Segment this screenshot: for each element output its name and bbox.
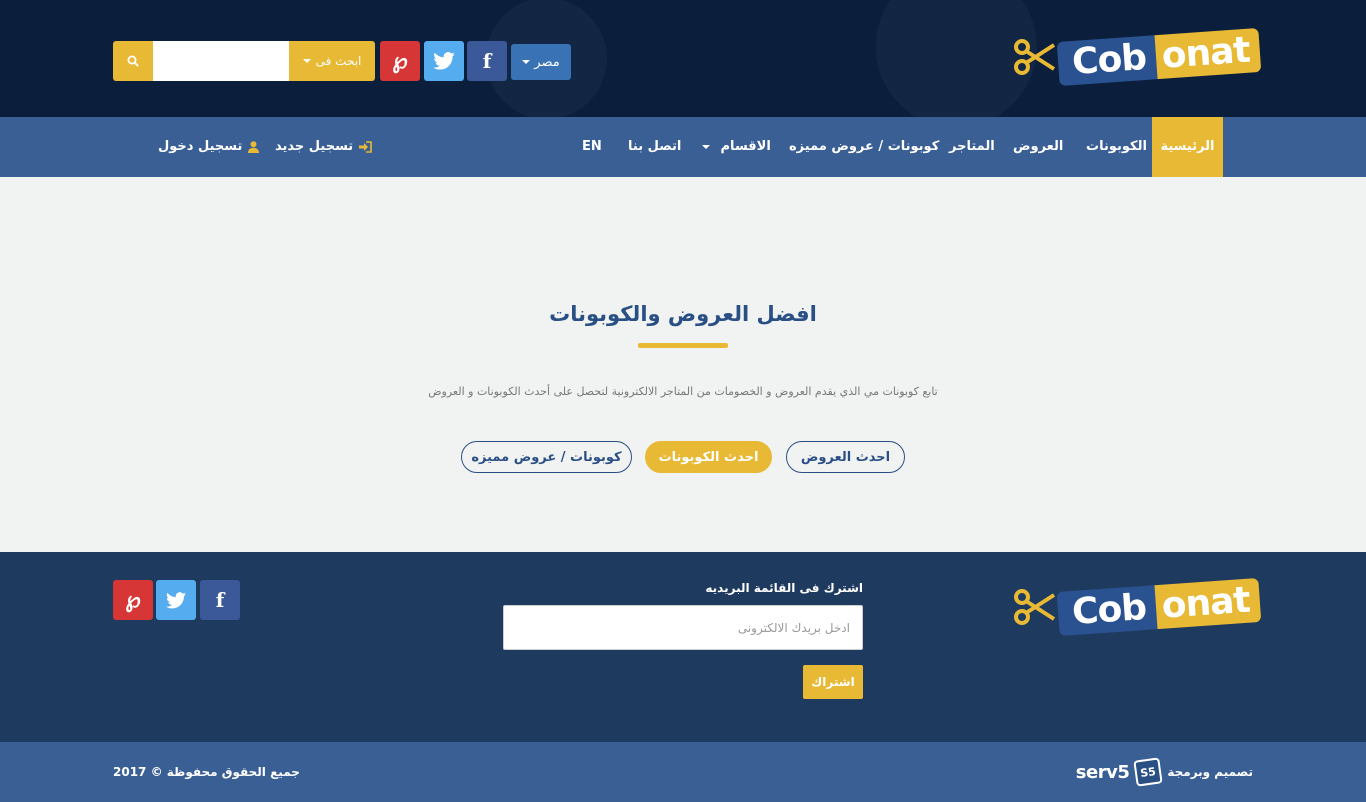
scissors-icon bbox=[1014, 589, 1056, 625]
nav-item-categories[interactable]: الاقسام bbox=[702, 117, 771, 177]
login-label: تسجيل دخول bbox=[158, 139, 243, 154]
credit-label: تصميم وبرمجة bbox=[1167, 765, 1253, 779]
subscribe-button[interactable]: اشتراك bbox=[803, 665, 863, 699]
register-link[interactable]: تسجيل جديد bbox=[275, 117, 372, 177]
twitter-icon bbox=[433, 52, 455, 70]
country-label: مصر bbox=[534, 54, 560, 70]
nav-item-stores[interactable]: المتاجر bbox=[949, 117, 995, 177]
nav-item-language[interactable]: EN bbox=[582, 117, 602, 177]
login-link[interactable]: تسجيل دخول bbox=[158, 117, 260, 177]
hero-title: افضل العروض والكوبونات bbox=[549, 302, 817, 326]
footer-pinterest-button[interactable]: ℘ bbox=[113, 580, 153, 620]
footer-facebook-button[interactable]: f bbox=[200, 580, 240, 620]
facebook-button[interactable]: f bbox=[467, 41, 507, 81]
twitter-button[interactable] bbox=[424, 41, 464, 81]
search-scope-dropdown[interactable]: ابحث فى bbox=[289, 41, 375, 81]
hero-underline bbox=[638, 343, 728, 348]
twitter-icon bbox=[166, 591, 186, 608]
newsletter-email-input[interactable] bbox=[503, 605, 863, 650]
pinterest-icon: ℘ bbox=[392, 48, 408, 74]
sign-in-icon bbox=[359, 141, 372, 153]
serv5-logo-text: serv5 bbox=[1075, 761, 1130, 783]
footer-twitter-button[interactable] bbox=[156, 580, 196, 620]
user-icon bbox=[248, 141, 260, 153]
nav-item-categories-label: الاقسام bbox=[720, 139, 771, 154]
search-button[interactable] bbox=[113, 41, 153, 81]
footer-logo[interactable]: Cob onat bbox=[1012, 578, 1262, 636]
nav-item-contact[interactable]: اتصل بنا bbox=[628, 117, 681, 177]
hero-description: تابع كوبونات مي الذي يقدم العروض و الخصو… bbox=[428, 385, 938, 398]
nav-item-home[interactable]: الرئيسية bbox=[1152, 117, 1223, 177]
logo-text-onat: onat bbox=[1154, 578, 1262, 630]
register-label: تسجيل جديد bbox=[275, 139, 354, 154]
logo-text-cob: Cob bbox=[1056, 35, 1158, 86]
serv5-badge-icon: S5 bbox=[1133, 757, 1164, 787]
nav-item-coupons[interactable]: الكوبونات bbox=[1086, 117, 1147, 177]
facebook-icon: f bbox=[482, 49, 492, 73]
latest-coupons-button[interactable]: احدث الكوبونات bbox=[645, 441, 772, 473]
facebook-icon: f bbox=[215, 588, 225, 612]
logo-text-cob: Cob bbox=[1056, 585, 1158, 636]
copyright-text: جميع الحقوق محفوظة © 2017 bbox=[113, 765, 300, 779]
search-icon bbox=[127, 55, 139, 67]
latest-offers-button[interactable]: احدث العروض bbox=[786, 441, 905, 473]
nav-item-featured[interactable]: كوبونات / عروض مميزه bbox=[789, 117, 939, 177]
search-scope-label: ابحث فى bbox=[315, 54, 362, 68]
pinterest-button[interactable]: ℘ bbox=[380, 41, 420, 81]
site-logo[interactable]: Cob onat bbox=[1012, 28, 1262, 86]
search-input[interactable] bbox=[153, 41, 289, 81]
nav-item-offers[interactable]: العروض bbox=[1013, 117, 1063, 177]
chevron-down-icon bbox=[302, 59, 311, 63]
featured-button[interactable]: كوبونات / عروض مميزه bbox=[461, 441, 632, 473]
country-dropdown[interactable]: مصر bbox=[511, 44, 571, 80]
chevron-down-icon bbox=[522, 60, 531, 64]
search-bar: ابحث فى bbox=[113, 41, 375, 81]
pinterest-icon: ℘ bbox=[125, 587, 141, 613]
chevron-down-icon bbox=[702, 144, 710, 149]
developer-credit[interactable]: serv5 S5 تصميم وبرمجة bbox=[1076, 742, 1253, 802]
newsletter-title: اشترك فى القائمة البريديه bbox=[705, 581, 863, 595]
scissors-icon bbox=[1014, 39, 1056, 75]
logo-text-onat: onat bbox=[1154, 28, 1262, 80]
